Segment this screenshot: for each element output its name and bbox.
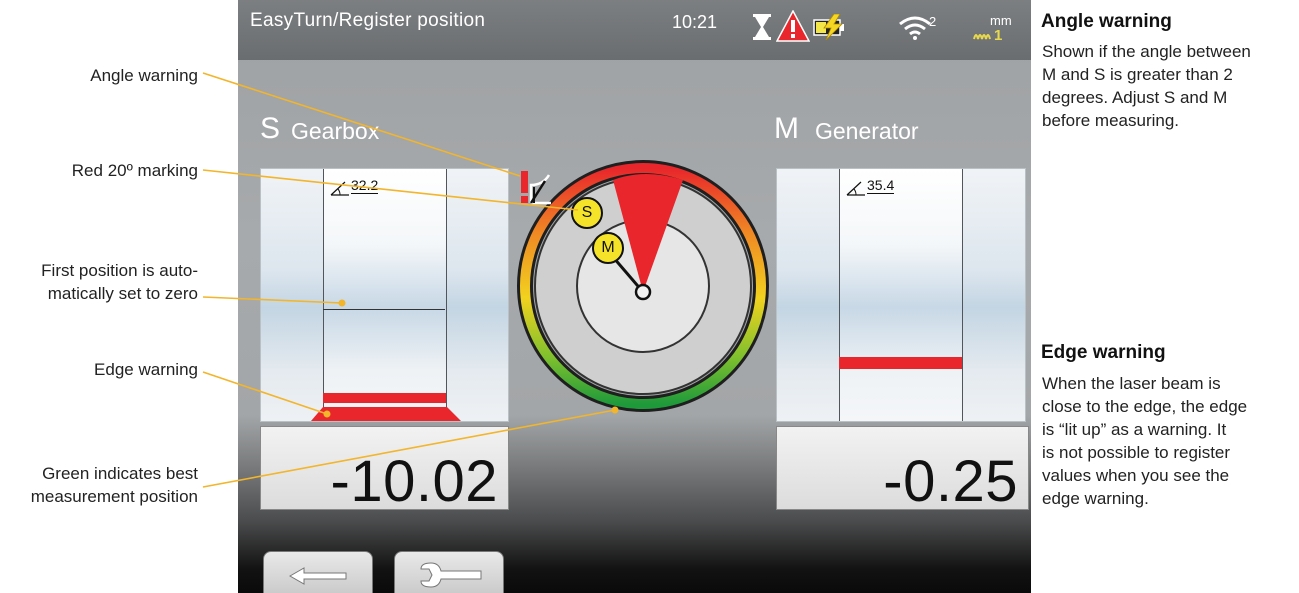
wifi-icon bbox=[899, 16, 931, 40]
back-arrow-icon bbox=[288, 567, 347, 585]
turn-dial bbox=[517, 160, 769, 412]
m-marker: M bbox=[592, 232, 624, 264]
m-value-box: -0.25 bbox=[776, 426, 1029, 514]
wrench-icon bbox=[420, 562, 482, 588]
angle-warning-icon bbox=[521, 171, 551, 205]
battery-charging-icon bbox=[813, 14, 844, 40]
m-detector-center bbox=[839, 169, 963, 421]
s-letter: S bbox=[260, 112, 281, 145]
m-letter: M bbox=[774, 112, 799, 145]
s-detector-center bbox=[323, 169, 447, 421]
angle-icon bbox=[846, 181, 865, 196]
m-angle-value: 35.4 bbox=[867, 177, 895, 194]
zero-line bbox=[323, 309, 445, 310]
callout-first-position: First position is auto- matically set to… bbox=[41, 261, 198, 303]
unit-label[interactable]: mm bbox=[990, 13, 1012, 28]
screen-title: EasyTurn/Register position bbox=[250, 10, 486, 31]
m-value: -0.25 bbox=[883, 449, 1018, 514]
callout-green-best: Green indicates best measurement positio… bbox=[30, 464, 198, 506]
s-marker: S bbox=[571, 197, 603, 229]
back-button[interactable] bbox=[263, 551, 373, 593]
s-value-box: -10.02 bbox=[260, 426, 509, 514]
hourglass-icon bbox=[753, 14, 771, 40]
tools-button[interactable] bbox=[394, 551, 504, 593]
s-angle-value: 32.2 bbox=[351, 177, 379, 194]
m-name: Generator bbox=[815, 118, 919, 144]
clock: 10:21 bbox=[672, 12, 718, 32]
m-laser-line bbox=[839, 357, 962, 369]
device-screen: EasyTurn/Register position 10:21 2 mm 1 … bbox=[238, 0, 1031, 593]
edge-warning-title: Edge warning bbox=[1041, 342, 1166, 363]
angle-icon bbox=[330, 181, 349, 196]
s-value: -10.02 bbox=[330, 449, 498, 514]
callout-angle-warning: Angle warning bbox=[90, 66, 198, 85]
angle-warning-text: Shown if the angle between M and S is gr… bbox=[1042, 42, 1251, 130]
status-bar: EasyTurn/Register position 10:21 2 mm 1 bbox=[238, 0, 1031, 60]
wifi-level: 2 bbox=[929, 14, 937, 29]
callout-edge-warning: Edge warning bbox=[94, 360, 198, 379]
edge-warning-text: When the laser beam is close to the edge… bbox=[1042, 374, 1248, 508]
callout-red-marking: Red 20º marking bbox=[71, 161, 198, 180]
unit-sub: 1 bbox=[994, 27, 1003, 44]
s-laser-line bbox=[323, 393, 446, 403]
s-name: Gearbox bbox=[291, 118, 380, 144]
angle-warning-title: Angle warning bbox=[1041, 11, 1172, 32]
edge-warning-marker bbox=[311, 407, 461, 421]
vibration-icon bbox=[973, 34, 991, 40]
s-detector-target: 32.2 bbox=[260, 168, 509, 422]
warning-triangle-icon bbox=[776, 10, 810, 42]
m-detector-target: 35.4 bbox=[776, 168, 1026, 422]
